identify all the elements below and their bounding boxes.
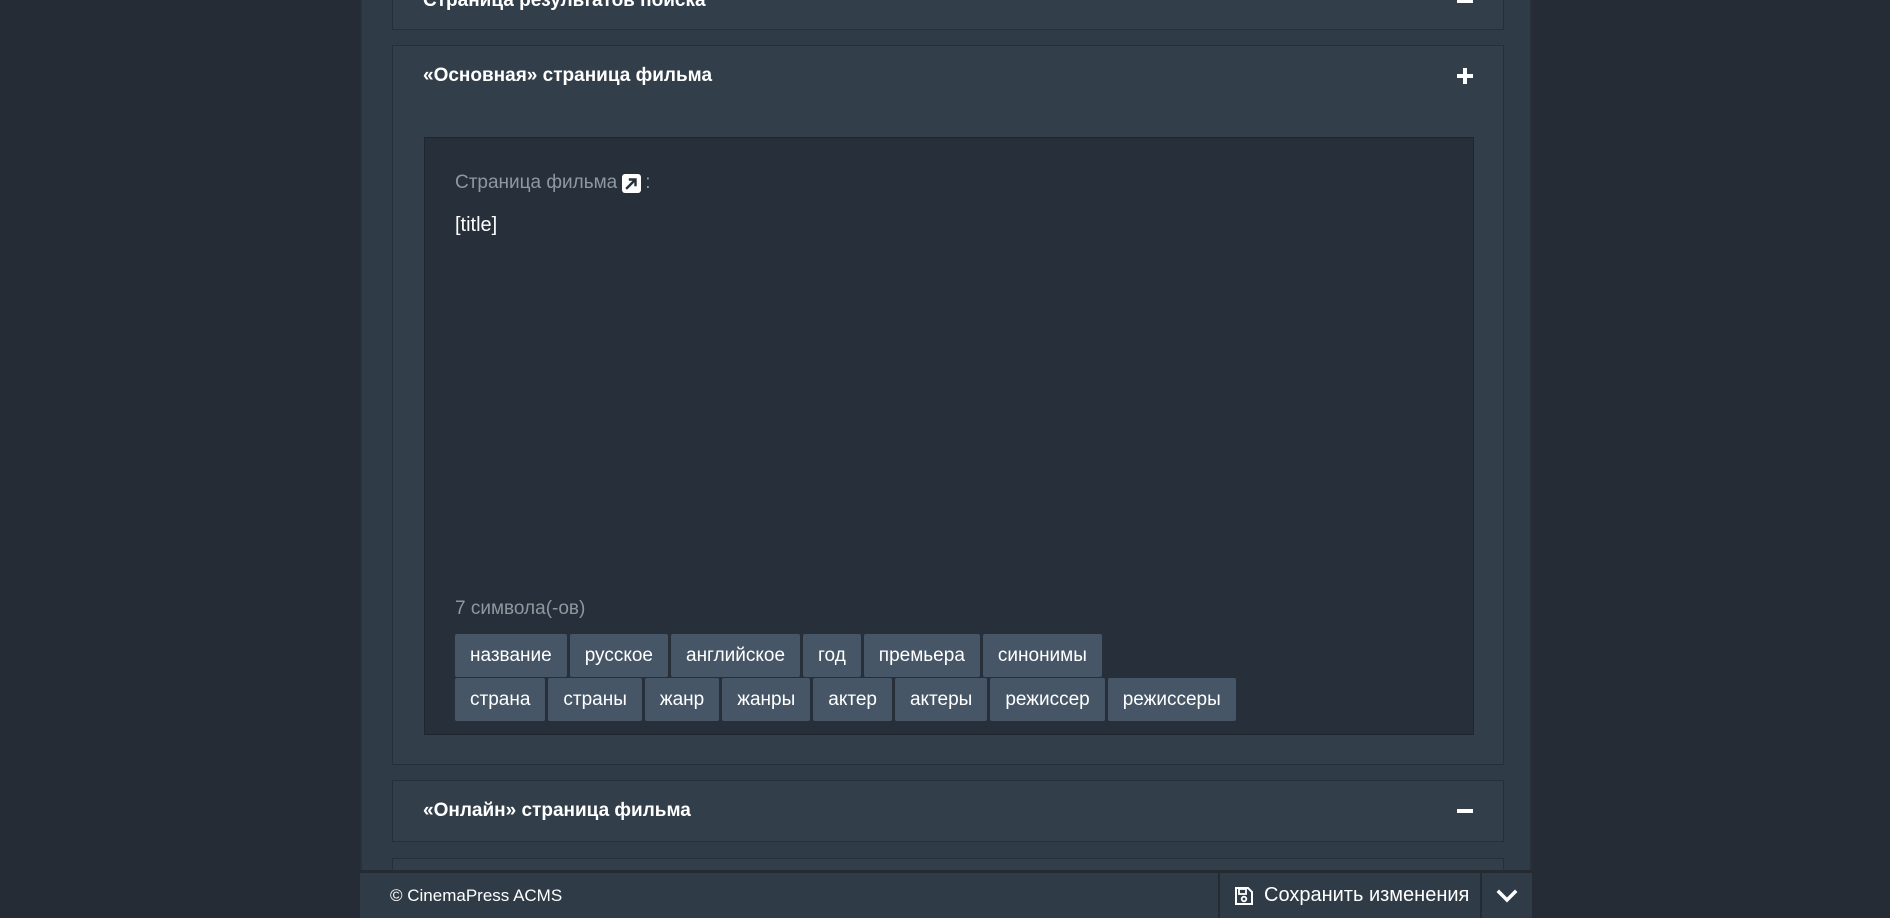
- field-label-suffix: :: [645, 172, 651, 193]
- panel-main-movie: «Основная» страница фильма Страница филь…: [392, 45, 1504, 765]
- editor-box: Страница фильма : [title] 7 символа(-ов)…: [424, 137, 1474, 735]
- tag-button[interactable]: год: [803, 634, 861, 677]
- panel-search-results: Страница результатов поиска: [392, 0, 1504, 30]
- tag-button[interactable]: страна: [455, 678, 546, 721]
- panel-title: «Основная» страница фильма: [423, 65, 713, 86]
- tag-button[interactable]: режиссеры: [1107, 678, 1236, 721]
- tag-button[interactable]: жанры: [722, 678, 811, 721]
- minus-icon[interactable]: [1457, 803, 1473, 819]
- tag-button[interactable]: актеры: [894, 678, 988, 721]
- field-label: Страница фильма :: [455, 172, 651, 194]
- tag-button[interactable]: название: [455, 634, 567, 677]
- save-label: Сохранить изменения: [1264, 884, 1470, 906]
- tag-button[interactable]: русское: [569, 634, 668, 677]
- tag-row-2: страна страны жанр жанры актер актеры режиссер…: [455, 678, 1236, 721]
- copyright: © CinemaPress ACMS: [390, 885, 563, 905]
- title-template-input[interactable]: [title]: [455, 214, 1435, 584]
- tag-button[interactable]: английское: [671, 634, 801, 677]
- tag-button[interactable]: режиссер: [990, 678, 1105, 721]
- tag-button[interactable]: страны: [548, 678, 642, 721]
- tag-button[interactable]: премьера: [863, 634, 980, 677]
- panel-online-movie-header[interactable]: «Онлайн» страница фильма: [393, 781, 1503, 841]
- scroll-down-button[interactable]: [1480, 873, 1532, 918]
- plus-icon[interactable]: [1457, 68, 1473, 84]
- chevron-down-icon: [1496, 889, 1518, 902]
- tag-button[interactable]: синонимы: [982, 634, 1102, 677]
- tag-button[interactable]: актер: [813, 678, 892, 721]
- field-label-text: Страница фильма: [455, 172, 618, 193]
- external-link-icon[interactable]: [622, 173, 642, 193]
- tag-row-1: название русское английское год премьера сино…: [455, 634, 1102, 677]
- content-column: Страница результатов поиска «Основная» с…: [360, 0, 1532, 918]
- minus-icon[interactable]: [1457, 0, 1473, 9]
- save-changes-button[interactable]: Сохранить изменения: [1218, 873, 1480, 918]
- panel-title: «Онлайн» страница фильма: [423, 800, 691, 821]
- panel-main-movie-header[interactable]: «Основная» страница фильма: [393, 46, 1503, 106]
- panel-search-results-header[interactable]: Страница результатов поиска: [393, 0, 1503, 31]
- panel-online-movie: «Онлайн» страница фильма: [392, 780, 1504, 842]
- char-count: 7 символа(-ов): [455, 598, 586, 619]
- footer-bar: © CinemaPress ACMS Сохранить изменения: [360, 870, 1532, 918]
- tag-button[interactable]: жанр: [644, 678, 720, 721]
- panel-title: Страница результатов поиска: [423, 0, 706, 11]
- floppy-disk-icon: [1235, 886, 1253, 905]
